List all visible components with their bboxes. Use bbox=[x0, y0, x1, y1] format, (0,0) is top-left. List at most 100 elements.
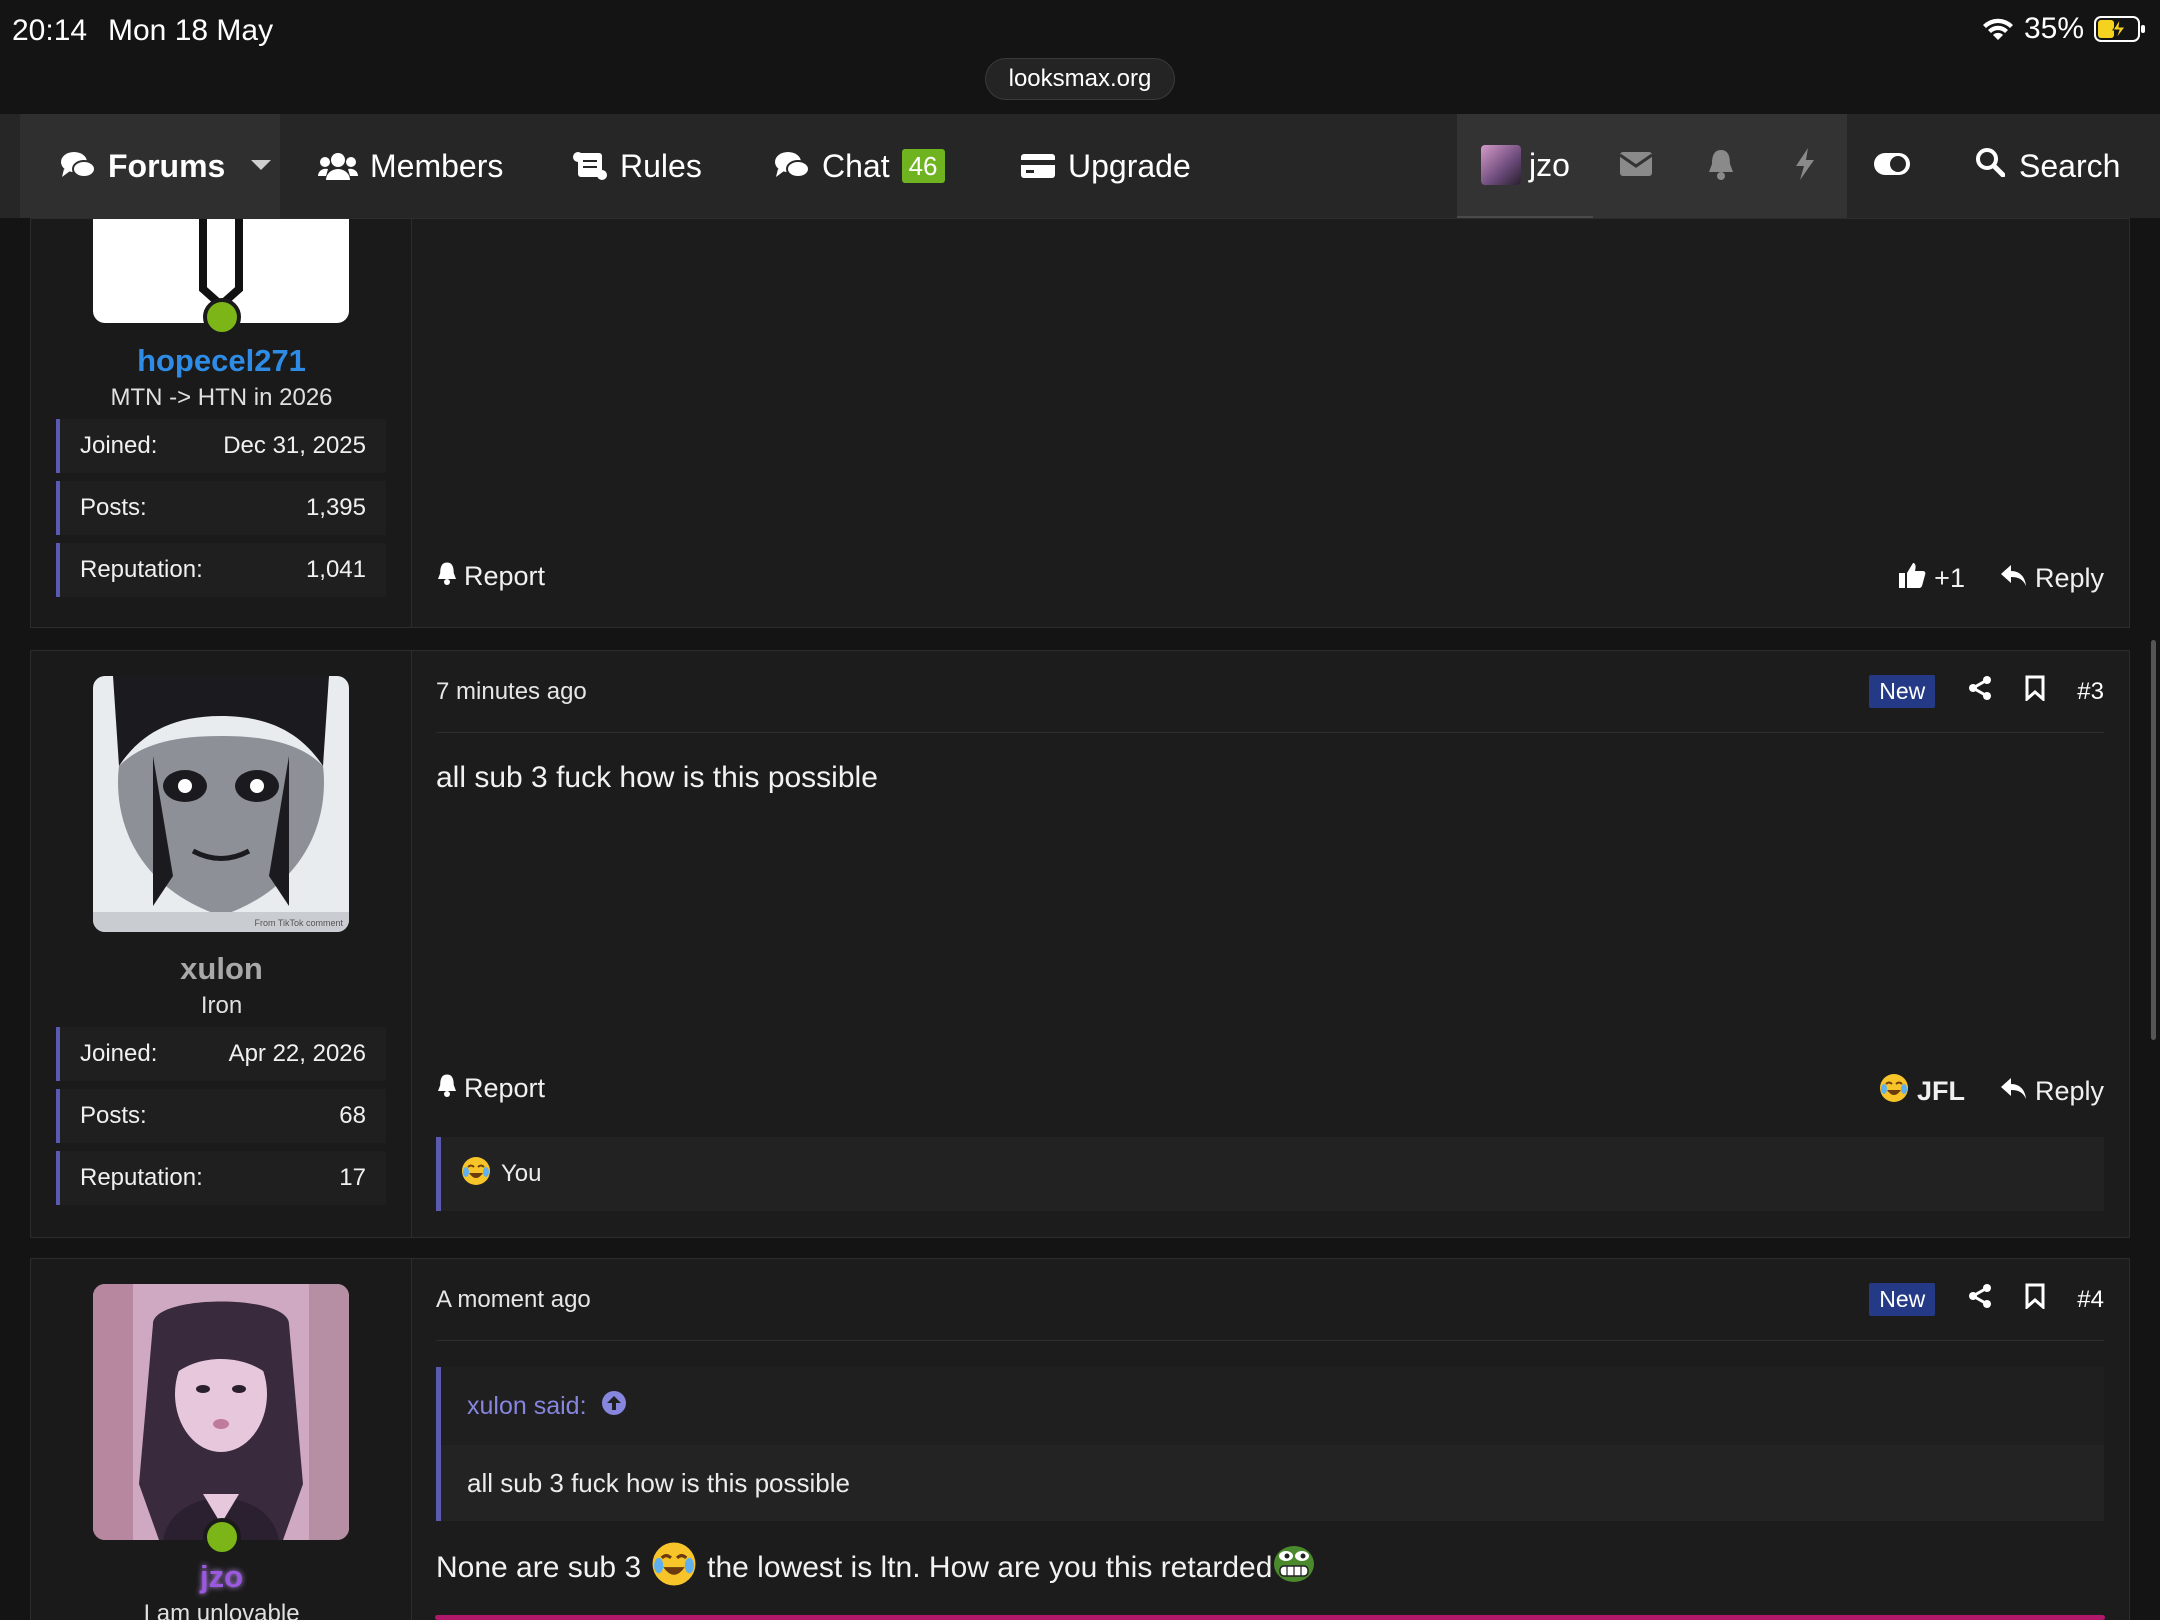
nav-chat[interactable]: Chat 46 bbox=[774, 114, 945, 218]
arrow-up-circle-icon[interactable] bbox=[601, 1390, 627, 1423]
new-badge: New bbox=[1869, 1283, 1936, 1316]
react-button[interactable]: JFL bbox=[1879, 1073, 1965, 1110]
share-icon[interactable] bbox=[1967, 1283, 1993, 1316]
user-title: Iron bbox=[200, 992, 243, 1019]
reactions-bar[interactable]: You bbox=[436, 1137, 2104, 1211]
reply-label: Reply bbox=[2034, 1076, 2104, 1106]
nav-members[interactable]: Members bbox=[318, 114, 503, 218]
avatar[interactable] bbox=[93, 1284, 349, 1540]
nav-inbox[interactable] bbox=[1593, 114, 1679, 218]
nav-rules[interactable]: Rules bbox=[572, 114, 702, 218]
post-hopecel271: hopecel271 MTN -> HTN in 2026 Joined: Dec… bbox=[30, 218, 2130, 628]
reaction-label: +1 bbox=[1934, 563, 1965, 593]
reply-button[interactable]: Reply bbox=[2000, 563, 2104, 594]
stat-value: 1,395 bbox=[305, 494, 366, 521]
post-body: None are sub 3 the lowest is ltn. How ar… bbox=[436, 1541, 1316, 1595]
stat-label: Joined: bbox=[80, 432, 158, 459]
post-number[interactable]: #3 bbox=[2077, 678, 2104, 706]
bolt-icon bbox=[1794, 147, 1816, 185]
nav-theme-toggle[interactable] bbox=[1847, 114, 1937, 218]
nav-upgrade-label: Upgrade bbox=[1068, 147, 1191, 184]
post-time[interactable]: A moment ago bbox=[436, 1286, 1869, 1314]
stat-label: Reputation: bbox=[80, 1164, 203, 1191]
stat-label: Reputation: bbox=[80, 556, 203, 583]
online-indicator bbox=[203, 298, 241, 336]
scroll-icon bbox=[572, 151, 608, 181]
bell-icon bbox=[436, 561, 458, 592]
nav-chat-label: Chat bbox=[822, 147, 890, 184]
avatar-caption: From TikTok comment bbox=[254, 918, 343, 928]
post-content: A moment ago New #4 xulon said: all sub … bbox=[436, 1259, 2104, 1620]
reply-button[interactable]: Reply bbox=[2000, 1076, 2104, 1107]
pepe-grin-emoji-icon bbox=[1272, 1544, 1316, 1592]
main-nav: Forums Members Rules Chat 46 Upgrade jzo bbox=[0, 114, 2160, 218]
status-right: 35% bbox=[1982, 12, 2146, 46]
crying-laughing-emoji-icon bbox=[1879, 1073, 1909, 1110]
stat-value: Dec 31, 2025 bbox=[223, 432, 366, 459]
reply-label: Reply bbox=[2034, 563, 2104, 593]
nav-upgrade[interactable]: Upgrade bbox=[1020, 114, 1191, 218]
stat-joined: Joined: Dec 31, 2025 bbox=[56, 419, 386, 473]
nav-forums[interactable]: Forums bbox=[20, 114, 280, 218]
post-number[interactable]: #4 bbox=[2077, 1286, 2104, 1314]
post-body: all sub 3 fuck how is this possible bbox=[436, 761, 878, 794]
nav-whats-new[interactable] bbox=[1763, 114, 1847, 218]
reply-icon bbox=[2000, 563, 2027, 594]
quote-block: xulon said: all sub 3 fuck how is this p… bbox=[436, 1367, 2104, 1521]
post-actions: JFL Reply bbox=[1879, 1073, 2104, 1110]
status-date: Mon 18 May bbox=[108, 14, 274, 47]
nav-search[interactable]: Search bbox=[1975, 114, 2120, 218]
username[interactable]: hopecel271 bbox=[31, 343, 412, 379]
battery-percent: 35% bbox=[2023, 12, 2084, 45]
post-meta-actions: New #3 bbox=[1869, 675, 2104, 708]
editor-underline bbox=[435, 1615, 2105, 1620]
post-meta: A moment ago New #4 bbox=[436, 1259, 2104, 1341]
post-content: 7 minutes ago New #3 all sub 3 fuck how … bbox=[436, 651, 2104, 1239]
scrollbar[interactable] bbox=[2151, 640, 2156, 1040]
bell-icon bbox=[1707, 148, 1735, 185]
nav-account[interactable]: jzo bbox=[1457, 114, 1593, 218]
post-meta-actions: New #4 bbox=[1869, 1283, 2104, 1316]
stat-value: 68 bbox=[339, 1102, 366, 1129]
post-user-panel: From TikTok comment xulon Iron Joined: Ap… bbox=[31, 651, 412, 1237]
nav-alerts[interactable] bbox=[1679, 114, 1763, 218]
user-title: MTN -> HTN in 2026 bbox=[110, 384, 333, 411]
stat-label: Posts: bbox=[80, 1102, 147, 1129]
nav-members-label: Members bbox=[370, 147, 504, 184]
post-time[interactable]: 7 minutes ago bbox=[436, 678, 1869, 706]
reacted-by: You bbox=[501, 1160, 542, 1187]
avatar[interactable]: From TikTok comment bbox=[93, 676, 349, 932]
reaction-label: JFL bbox=[1916, 1076, 1965, 1106]
bookmark-icon[interactable] bbox=[2025, 1283, 2045, 1316]
credit-card-icon bbox=[1020, 152, 1056, 180]
stat-label: Joined: bbox=[80, 1040, 158, 1067]
bookmark-icon[interactable] bbox=[2025, 675, 2045, 708]
nav-search-label: Search bbox=[2019, 147, 2121, 184]
post-xulon: From TikTok comment xulon Iron Joined: Ap… bbox=[30, 650, 2130, 1238]
envelope-icon bbox=[1619, 151, 1653, 182]
crying-laughing-emoji-icon bbox=[651, 1541, 697, 1595]
stat-value: Apr 22, 2026 bbox=[228, 1040, 366, 1067]
post-body-part1: None are sub 3 bbox=[436, 1551, 642, 1584]
username[interactable]: xulon bbox=[31, 951, 412, 987]
battery-icon bbox=[2094, 15, 2146, 43]
chat-count-badge: 46 bbox=[901, 149, 945, 183]
react-button[interactable]: +1 bbox=[1898, 561, 1965, 596]
stat-reputation: Reputation: 1,041 bbox=[56, 543, 386, 597]
report-button[interactable]: Report bbox=[436, 1073, 545, 1104]
avatar bbox=[1481, 145, 1521, 185]
url-pill[interactable]: looksmax.org bbox=[985, 58, 1175, 100]
share-icon[interactable] bbox=[1967, 675, 1993, 708]
stat-reputation: Reputation: 17 bbox=[56, 1151, 386, 1205]
report-label: Report bbox=[464, 1073, 546, 1103]
quote-author: xulon said: bbox=[467, 1391, 587, 1420]
post-user-panel: hopecel271 MTN -> HTN in 2026 Joined: Dec… bbox=[31, 219, 412, 627]
username[interactable]: jzo bbox=[31, 1559, 412, 1595]
quote-header[interactable]: xulon said: bbox=[441, 1367, 2104, 1445]
post-actions: +1 Reply bbox=[1898, 561, 2104, 596]
online-indicator bbox=[203, 1518, 241, 1556]
report-button[interactable]: Report bbox=[436, 561, 545, 592]
thumbs-up-icon bbox=[1898, 561, 1926, 596]
crying-laughing-emoji-icon bbox=[461, 1156, 491, 1193]
chevron-down-icon[interactable] bbox=[251, 160, 272, 172]
